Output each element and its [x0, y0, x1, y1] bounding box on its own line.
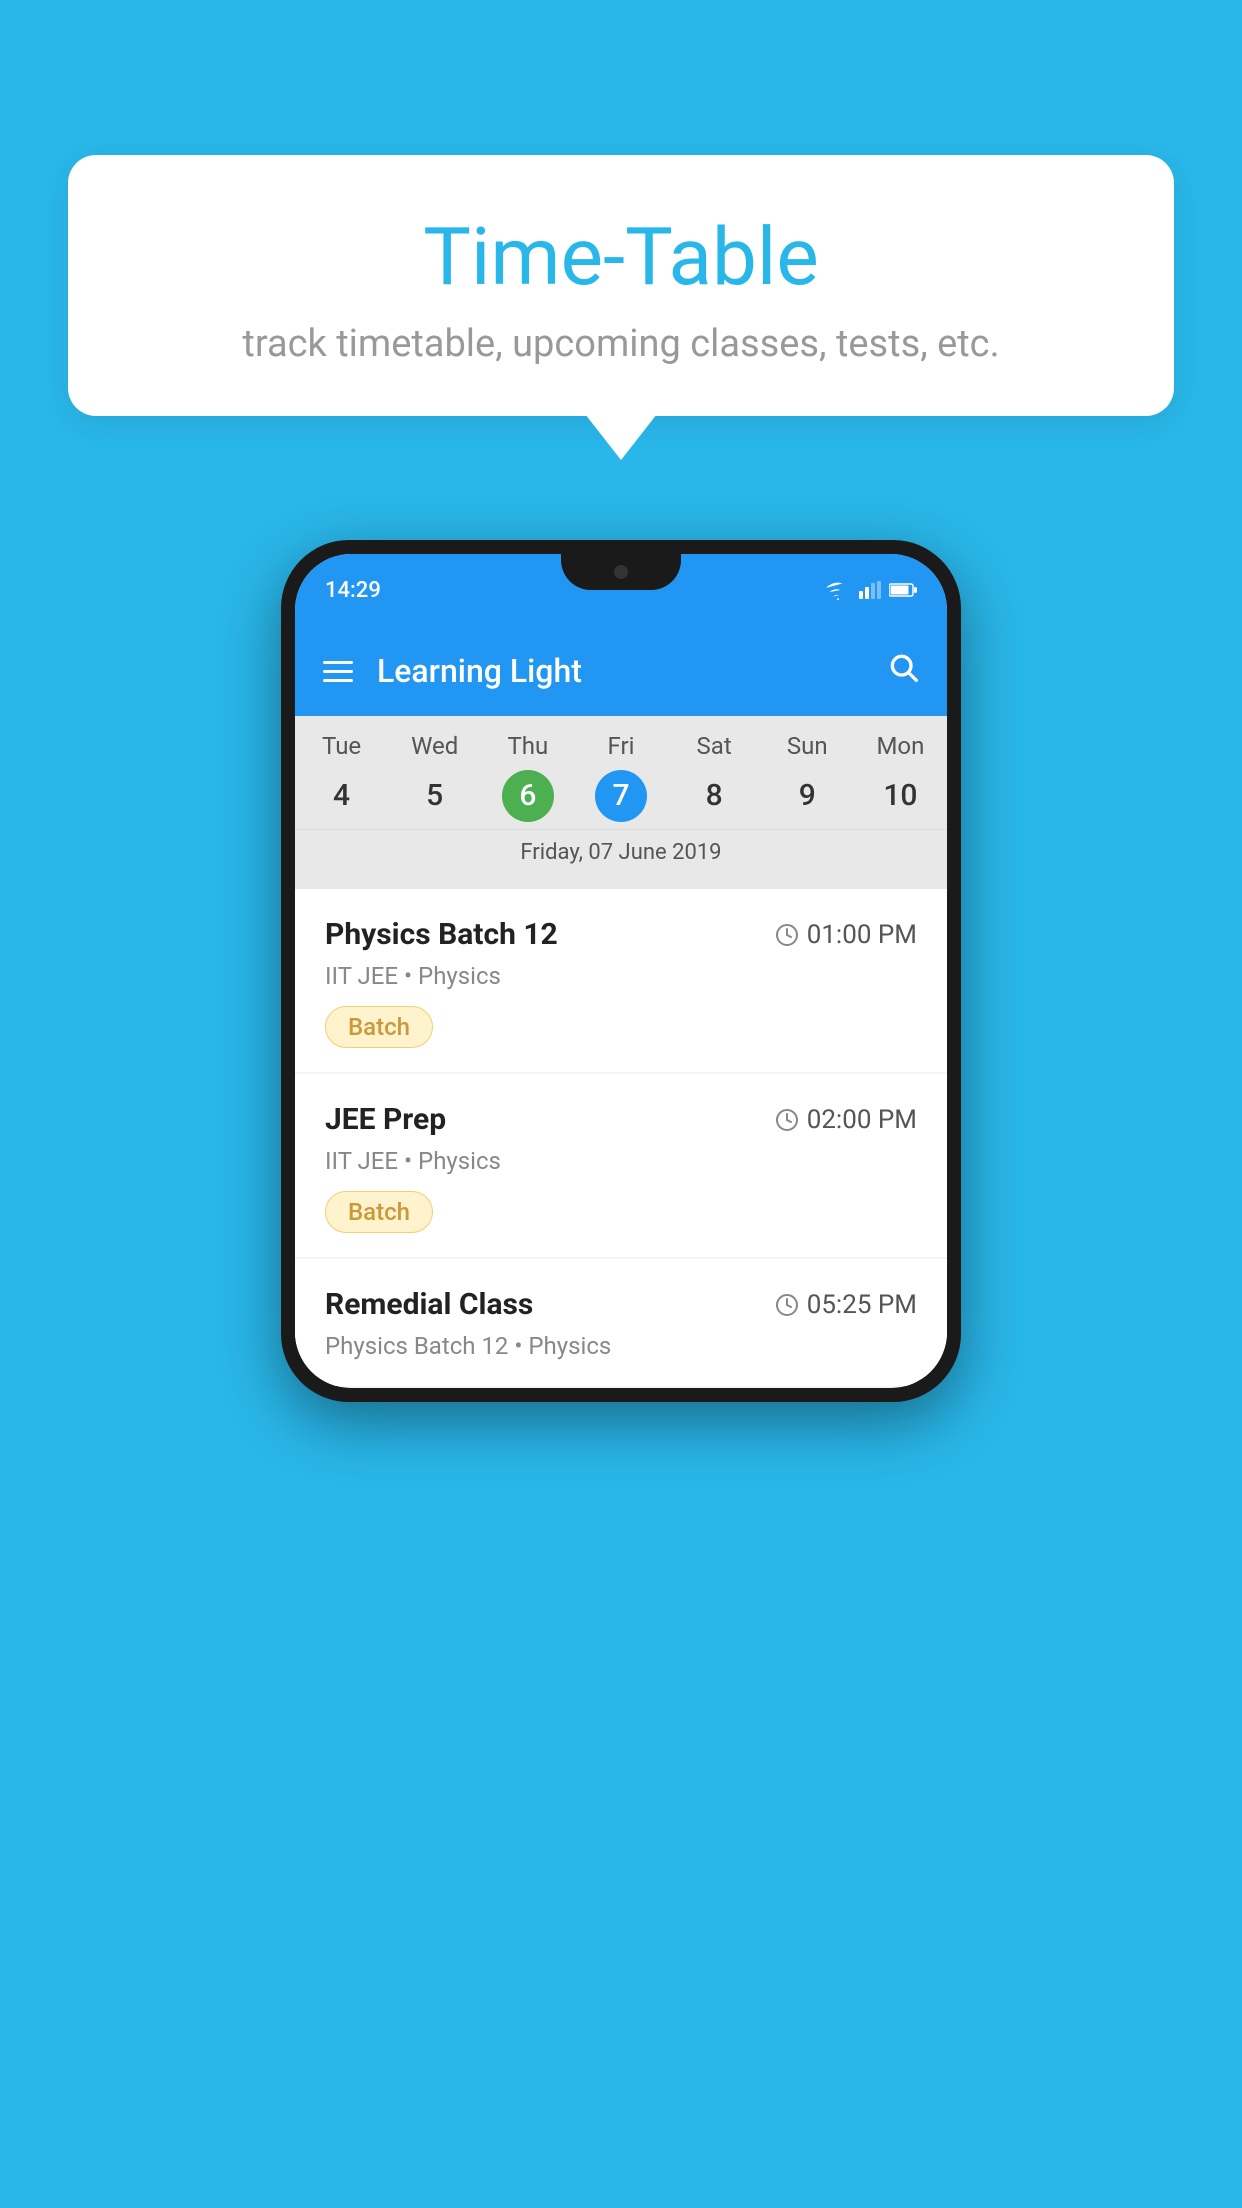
header-left: Learning Light	[323, 652, 582, 690]
schedule-list: Physics Batch 12 01:00 PM IIT JEE • Phys…	[295, 889, 947, 1386]
schedule-title-2: JEE Prep	[325, 1102, 446, 1137]
app-title: Learning Light	[377, 652, 582, 690]
clock-icon-2	[775, 1108, 799, 1132]
phone-mockup: 14:29	[81, 540, 1161, 1402]
schedule-item-3-header: Remedial Class 05:25 PM	[325, 1287, 917, 1322]
batch-badge-1: Batch	[325, 1006, 433, 1048]
day-name-thu: Thu	[481, 732, 574, 760]
schedule-item-1-header: Physics Batch 12 01:00 PM	[325, 917, 917, 952]
signal-icon	[859, 581, 881, 599]
day-names-row: Tue Wed Thu Fri Sat Sun Mon	[295, 732, 947, 760]
date-5[interactable]: 5	[388, 770, 481, 821]
selected-date-label: Friday, 07 June 2019	[295, 829, 947, 879]
schedule-subject-1: IIT JEE • Physics	[325, 962, 917, 990]
schedule-item-2[interactable]: JEE Prep 02:00 PM IIT JEE • Physics Batc…	[295, 1074, 947, 1257]
wifi-icon	[825, 580, 851, 600]
status-time: 14:29	[325, 578, 381, 603]
status-icons	[825, 580, 917, 600]
date-9[interactable]: 9	[761, 770, 854, 821]
schedule-time-3: 05:25 PM	[775, 1290, 917, 1320]
day-name-wed: Wed	[388, 732, 481, 760]
schedule-item-2-header: JEE Prep 02:00 PM	[325, 1102, 917, 1137]
batch-badge-2: Batch	[325, 1191, 433, 1233]
schedule-title-3: Remedial Class	[325, 1287, 533, 1322]
calendar-header: Tue Wed Thu Fri Sat Sun Mon 4 5 6 7 8 9 …	[295, 716, 947, 889]
date-6-today[interactable]: 6	[481, 770, 574, 821]
date-10[interactable]: 10	[854, 770, 947, 821]
day-name-sun: Sun	[761, 732, 854, 760]
bubble-title: Time-Table	[128, 210, 1114, 304]
date-7-selected[interactable]: 7	[574, 770, 667, 821]
search-icon[interactable]	[887, 651, 919, 691]
time-label-3: 05:25 PM	[807, 1290, 917, 1320]
schedule-time-1: 01:00 PM	[775, 920, 917, 950]
clock-icon-1	[775, 923, 799, 947]
schedule-item-3[interactable]: Remedial Class 05:25 PM Physics Batch 12…	[295, 1259, 947, 1386]
schedule-subject-3: Physics Batch 12 • Physics	[325, 1332, 917, 1360]
date-8[interactable]: 8	[668, 770, 761, 821]
battery-icon	[889, 582, 917, 598]
schedule-subject-2: IIT JEE • Physics	[325, 1147, 917, 1175]
bubble-subtitle: track timetable, upcoming classes, tests…	[128, 322, 1114, 366]
date-4[interactable]: 4	[295, 770, 388, 821]
time-label-1: 01:00 PM	[807, 920, 917, 950]
phone-frame: 14:29	[281, 540, 961, 1402]
notch	[561, 554, 681, 590]
schedule-title-1: Physics Batch 12	[325, 917, 558, 952]
day-numbers-row: 4 5 6 7 8 9 10	[295, 770, 947, 821]
day-name-fri: Fri	[574, 732, 667, 760]
status-bar: 14:29	[295, 554, 947, 626]
speech-bubble: Time-Table track timetable, upcoming cla…	[68, 155, 1174, 416]
day-name-tue: Tue	[295, 732, 388, 760]
schedule-item-1[interactable]: Physics Batch 12 01:00 PM IIT JEE • Phys…	[295, 889, 947, 1072]
day-name-mon: Mon	[854, 732, 947, 760]
camera	[614, 565, 628, 579]
menu-button[interactable]	[323, 661, 353, 682]
day-name-sat: Sat	[668, 732, 761, 760]
app-header: Learning Light	[295, 626, 947, 716]
clock-icon-3	[775, 1293, 799, 1317]
schedule-time-2: 02:00 PM	[775, 1105, 917, 1135]
time-label-2: 02:00 PM	[807, 1105, 917, 1135]
phone-screen: 14:29	[295, 554, 947, 1388]
